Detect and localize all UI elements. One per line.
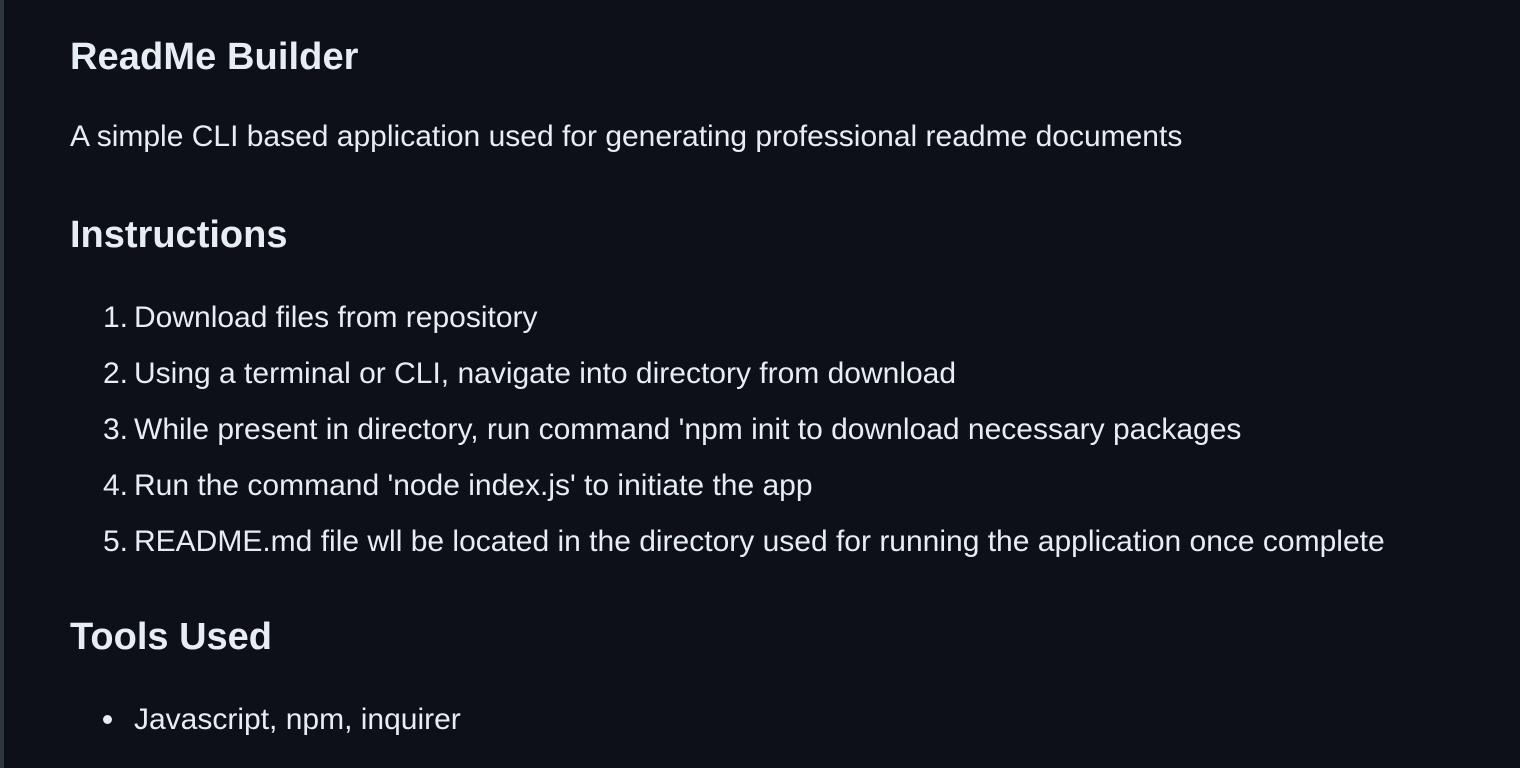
list-item-text: Javascript, npm, inquirer (134, 703, 461, 736)
list-number: 1. (102, 301, 128, 334)
list-number: 5. (102, 525, 128, 558)
list-item: 2. Using a terminal or CLI, navigate into… (103, 346, 1385, 402)
list-number: 4. (102, 469, 128, 502)
tools-list: Javascript, npm, inquirer (70, 692, 461, 748)
tools-heading: Tools Used (70, 616, 272, 658)
list-number: 2. (102, 357, 128, 390)
list-item-text: Run the command 'node index.js' to initi… (134, 469, 813, 502)
list-item: 3. While present in directory, run comman… (103, 402, 1385, 458)
list-item-text: While present in directory, run command … (134, 413, 1242, 446)
list-number: 3. (102, 413, 128, 446)
left-border (0, 0, 4, 768)
list-item: 4. Run the command 'node index.js' to ini… (103, 458, 1385, 514)
list-item-text: README.md file wll be located in the dir… (134, 525, 1385, 558)
list-item: Javascript, npm, inquirer (103, 692, 461, 748)
list-item-text: Using a terminal or CLI, navigate into d… (134, 357, 957, 390)
bullet-icon (103, 715, 112, 724)
instructions-heading: Instructions (70, 214, 288, 256)
list-item: 5. README.md file wll be located in the d… (103, 514, 1385, 570)
list-item-text: Download files from repository (134, 301, 538, 334)
instructions-list: 1. Download files from repository 2. Using… (70, 290, 1385, 570)
list-item: 1. Download files from repository (103, 290, 1385, 346)
readme-description: A simple CLI based application used for … (70, 120, 1183, 153)
readme-title: ReadMe Builder (70, 36, 359, 78)
